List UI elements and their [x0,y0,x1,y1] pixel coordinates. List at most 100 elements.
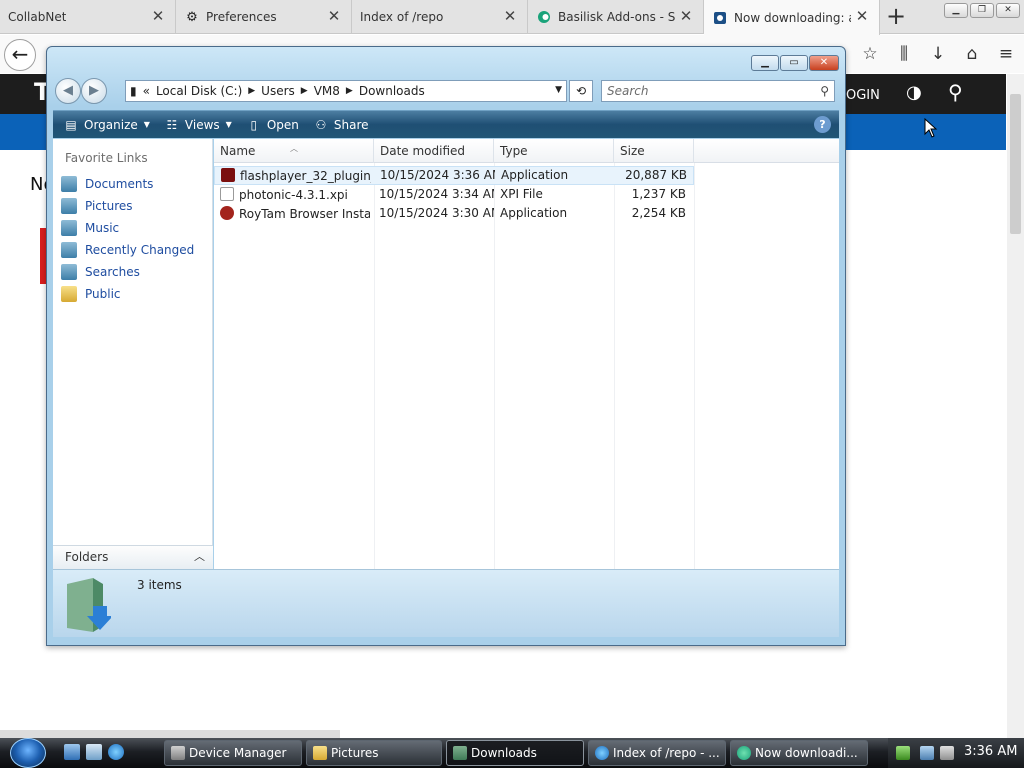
task-label: Index of /repo - ... [613,746,720,760]
download-arrow-icon[interactable]: ↓ [926,43,950,65]
table-row[interactable]: RoyTam Browser Instal... 10/15/2024 3:30… [214,205,694,224]
minimize-icon[interactable]: ▁ [944,3,968,18]
roytam-app-icon [220,206,234,220]
page-vertical-scrollbar[interactable] [1007,74,1024,738]
search-input[interactable]: Search ⚲ [601,80,835,102]
favorite-label: Recently Changed [85,243,195,257]
address-bar[interactable]: ▮ « Local Disk (C:) ▶ Users ▶ VM8 ▶ Down… [125,80,567,102]
network-icon[interactable] [920,746,934,760]
folders-toggle[interactable]: Folders ︿ [53,545,213,569]
login-link[interactable]: OGIN [846,88,880,103]
favorite-link-documents[interactable]: Documents [61,173,194,195]
star-icon[interactable]: ☆ [858,43,882,65]
scrollbar-thumb[interactable] [1010,94,1021,234]
taskbar-item-pictures[interactable]: Pictures [306,740,442,766]
overflow-chevron-icon[interactable]: « [143,84,150,98]
column-header-size[interactable]: Size [614,139,694,163]
minimize-icon[interactable]: ▁ [751,55,779,71]
search-icon[interactable]: ⚲ [820,81,829,101]
file-name: flashplayer_32_plugin_... [240,169,371,183]
folder-icon [313,746,327,760]
file-date: 10/15/2024 3:36 AM [380,168,495,182]
table-row[interactable]: photonic-4.3.1.xpi 10/15/2024 3:34 AM XP… [214,186,694,205]
column-label: Size [620,144,645,158]
views-button[interactable]: ☷ Views ▼ [164,117,232,133]
favorite-link-public[interactable]: Public [61,283,194,305]
page-icon [712,10,728,26]
tab-preferences[interactable]: ⚙ Preferences ✕ [176,0,352,34]
refresh-icon[interactable]: ⟲ [569,80,593,102]
switch-windows-icon[interactable] [86,744,102,760]
favorite-label: Pictures [85,199,133,213]
tab-index-repo[interactable]: Index of /repo ✕ [352,0,528,34]
breadcrumb-item[interactable]: Downloads [359,84,425,98]
close-icon[interactable]: ✕ [679,9,693,24]
breadcrumb-separator-icon[interactable]: ▶ [248,86,255,96]
system-tray: 3:36 AM [888,738,1024,768]
close-icon[interactable]: ✕ [855,9,869,24]
tab-basilisk-addons[interactable]: Basilisk Add-ons - Se ✕ [528,0,704,34]
internet-explorer-icon[interactable] [108,744,124,760]
forward-arrow-icon[interactable]: ▶ [81,78,107,104]
column-header-name[interactable]: Name ︿ [214,139,374,163]
breadcrumb-separator-icon[interactable]: ▶ [301,86,308,96]
explorer-icon [453,746,467,760]
column-header-type[interactable]: Type [494,139,614,163]
favorite-link-searches[interactable]: Searches [61,261,194,283]
taskbar-item-downloads[interactable]: Downloads [446,740,584,766]
page-horizontal-scrollbar[interactable] [0,730,340,738]
organize-button[interactable]: ▤ Organize ▼ [63,117,150,133]
favorite-link-recently-changed[interactable]: Recently Changed [61,239,194,261]
tab-now-downloading[interactable]: Now downloading: a ✕ [704,0,880,35]
share-button[interactable]: ⚇ Share [313,117,368,133]
breadcrumb-separator-icon[interactable]: ▶ [346,86,353,96]
music-icon [61,220,77,236]
library-icon[interactable]: ⫼ [892,43,916,65]
back-arrow-icon[interactable]: ← [4,39,36,71]
table-row[interactable]: flashplayer_32_plugin_... 10/15/2024 3:3… [214,166,694,185]
tab-collabnet[interactable]: CollabNet ✕ [0,0,176,34]
taskbar-item-now-downloading[interactable]: Now downloadi... [730,740,868,766]
home-icon[interactable]: ⌂ [960,43,984,65]
show-desktop-icon[interactable] [64,744,80,760]
file-date: 10/15/2024 3:30 AM [379,206,494,220]
favorite-link-pictures[interactable]: Pictures [61,195,194,217]
favorite-links-heading: Favorite Links [65,151,148,165]
menu-icon[interactable]: ≡ [994,43,1018,65]
column-label: Date modified [380,144,466,158]
task-label: Device Manager [189,746,287,760]
safely-remove-icon[interactable] [896,746,910,760]
browser-toolbar: ☆ ⫼ ↓ ⌂ ≡ [858,43,1018,65]
close-icon[interactable]: ✕ [809,55,839,71]
address-dropdown-icon[interactable]: ▼ [555,85,562,95]
column-label: Name [220,144,256,158]
flash-app-icon [221,168,235,182]
file-name-cell: photonic-4.3.1.xpi [220,187,370,202]
new-tab-button[interactable]: + [884,4,908,28]
organize-label: Organize [84,117,138,132]
column-header-date[interactable]: Date modified [374,139,494,163]
clock[interactable]: 3:36 AM [964,744,1017,759]
volume-muted-icon[interactable] [940,746,954,760]
search-placeholder: Search [607,84,649,98]
breadcrumb-item[interactable]: Users [261,84,295,98]
close-icon[interactable]: ✕ [151,9,165,24]
back-arrow-icon[interactable]: ◀ [55,78,81,104]
close-icon[interactable]: ✕ [327,9,341,24]
start-orb-icon[interactable] [10,738,46,768]
breadcrumb-item[interactable]: VM8 [314,84,340,98]
column-header-row: Name ︿ Date modified Type Size [214,139,839,163]
contrast-icon[interactable]: ◑ [906,82,922,103]
favorite-link-music[interactable]: Music [61,217,194,239]
restore-icon[interactable]: ❐ [970,3,994,18]
explorer-window-controls: ▁ ▭ ✕ [751,55,839,71]
close-icon[interactable]: ✕ [996,3,1020,18]
open-button[interactable]: ▯ Open [246,117,299,133]
maximize-icon[interactable]: ▭ [780,55,808,71]
help-icon[interactable]: ? [814,116,831,133]
close-icon[interactable]: ✕ [503,9,517,24]
breadcrumb-item[interactable]: Local Disk (C:) [156,84,242,98]
taskbar-item-device-manager[interactable]: Device Manager [164,740,302,766]
taskbar-item-index-repo[interactable]: Index of /repo - ... [588,740,726,766]
search-icon[interactable]: ⚲ [948,80,963,104]
